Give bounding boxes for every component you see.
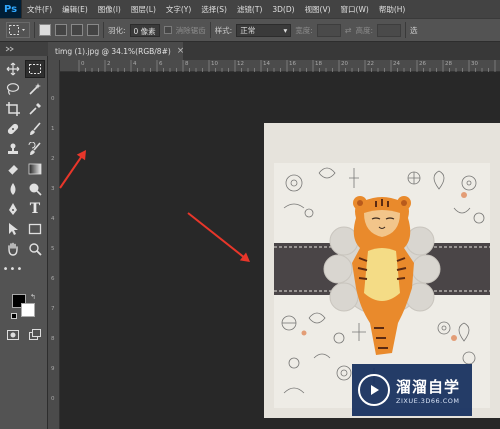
watermark-badge: 溜溜自学 ZIXUE.3D66.COM: [352, 364, 472, 416]
arrow-to-document: [187, 212, 246, 260]
watermark-url: ZIXUE.3D66.COM: [396, 396, 460, 405]
arrow-to-canvas-head: [76, 150, 86, 161]
play-logo-icon: [358, 374, 390, 406]
arrow-to-canvas: [59, 154, 84, 189]
watermark-name: 溜溜自学: [396, 377, 461, 396]
watermark-text: 溜溜自学 ZIXUE.3D66.COM: [396, 376, 460, 405]
